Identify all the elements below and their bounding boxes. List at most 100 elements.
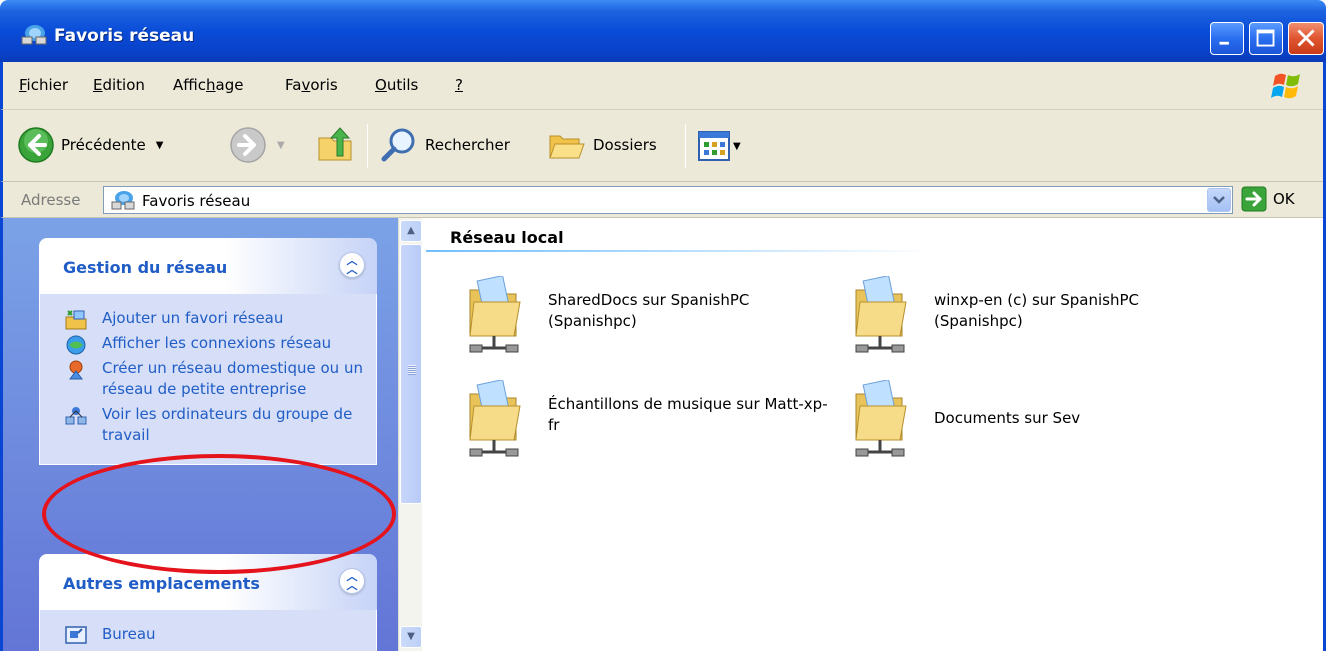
- add-network-place-icon: [65, 310, 87, 330]
- content-area: Réseau local SharedDocs sur SpanishPC (S…: [422, 218, 1323, 651]
- share-item[interactable]: Documents sur Sev: [852, 380, 1232, 466]
- menu-fichier-accel: F: [19, 76, 27, 94]
- menu-favoris-rest: oris: [310, 76, 338, 94]
- network-share-folder-icon: [855, 380, 907, 457]
- forward-button[interactable]: ▼: [229, 126, 285, 164]
- window-title: Favoris réseau: [54, 26, 195, 46]
- menu-help-label: ?: [455, 76, 463, 94]
- windows-logo-icon: [1271, 73, 1300, 99]
- network-share-folder-icon: [855, 276, 907, 353]
- search-label: Rechercher: [425, 136, 510, 154]
- minimize-button[interactable]: [1210, 22, 1244, 55]
- up-folder-icon: [318, 127, 352, 161]
- back-arrow-icon: [18, 127, 54, 163]
- task-workgroup-computers[interactable]: Voir les ordinateurs du groupe de travai…: [64, 404, 366, 446]
- toolbar-separator: [367, 124, 368, 168]
- place-desktop[interactable]: Bureau: [64, 624, 366, 645]
- other-places-header[interactable]: Autres emplacements ︿ ︿: [39, 554, 377, 610]
- share-item-label: Documents sur Sev: [934, 409, 1081, 427]
- back-button[interactable]: Précédente ▼: [17, 126, 163, 164]
- chevron-up-double-icon: ︿ ︿: [346, 570, 358, 592]
- menu-outils[interactable]: Outils: [375, 76, 418, 94]
- network-connections-icon: [66, 335, 86, 355]
- group-title: Réseau local: [450, 228, 564, 247]
- folders-label: Dossiers: [593, 136, 657, 154]
- title-bar[interactable]: Favoris réseau: [0, 0, 1326, 62]
- share-item-label: winxp-en (c) sur SpanishPC (Spanishpc): [934, 291, 1139, 330]
- search-icon: [381, 128, 415, 162]
- network-places-icon: [111, 191, 135, 210]
- scroll-down-button[interactable]: ▼: [400, 626, 422, 648]
- network-share-folder-icon: [469, 276, 521, 353]
- menu-affichage-pre: Affic: [173, 76, 207, 94]
- share-item-label: SharedDocs sur SpanishPC (Spanishpc): [548, 291, 750, 330]
- views-dropdown-arrow-icon[interactable]: ▼: [733, 141, 741, 152]
- collapse-button[interactable]: ︿ ︿: [339, 568, 365, 594]
- menu-fichier-rest: ichier: [26, 76, 69, 94]
- go-arrow-icon: [1241, 186, 1267, 212]
- scroll-grip: [408, 365, 416, 375]
- other-places-panel: Autres emplacements ︿ ︿ Bureau: [39, 554, 377, 651]
- address-field[interactable]: Favoris réseau: [103, 186, 1233, 214]
- views-icon: [698, 131, 730, 161]
- scroll-up-button[interactable]: ▲: [400, 220, 422, 242]
- address-bar: Adresse Favoris réseau OK: [0, 182, 1326, 218]
- other-places-body: Bureau: [39, 610, 377, 651]
- network-tasks-body: Ajouter un favori réseau Afficher les co…: [39, 294, 377, 465]
- menu-outils-accel: O: [375, 76, 387, 94]
- task-workgroup-computers-label: Voir les ordinateurs du groupe de travai…: [102, 405, 353, 444]
- go-button[interactable]: OK: [1241, 186, 1295, 212]
- forward-dropdown-arrow-icon[interactable]: ▼: [277, 140, 285, 151]
- scroll-thumb[interactable]: [400, 244, 422, 504]
- share-item-label: Échantillons de musique sur Matt-xp-fr: [548, 395, 828, 434]
- chevron-up-icon: ▲: [407, 225, 415, 236]
- folders-icon: [549, 135, 585, 159]
- home-network-icon: [69, 360, 83, 380]
- menu-fichier[interactable]: Fichier: [19, 76, 68, 94]
- chevron-down-icon: [1213, 196, 1225, 204]
- address-dropdown-button[interactable]: [1207, 188, 1231, 212]
- workgroup-computers-icon: [65, 407, 87, 425]
- share-item[interactable]: SharedDocs sur SpanishPC (Spanishpc): [466, 276, 846, 362]
- menu-affichage[interactable]: Affichage: [173, 76, 243, 94]
- other-places-title: Autres emplacements: [63, 574, 260, 593]
- toolbar: Précédente ▼ ▼ Rechercher Dossiers ▼: [0, 110, 1326, 182]
- forward-arrow-icon: [230, 127, 266, 163]
- menu-favoris[interactable]: Favoris: [285, 76, 338, 94]
- close-button[interactable]: [1288, 22, 1324, 55]
- chevron-up-double-icon: ︿ ︿: [346, 254, 358, 276]
- group-divider: [426, 250, 936, 252]
- search-button[interactable]: Rechercher: [379, 126, 510, 164]
- toolbar-separator: [685, 124, 686, 168]
- up-folder-button[interactable]: [315, 124, 357, 166]
- menu-affichage-rest: age: [215, 76, 244, 94]
- network-tasks-panel: Gestion du réseau ︿ ︿ Ajouter un favori r…: [39, 238, 377, 465]
- menu-bar: Fichier Edition Affichage Favoris Outils…: [0, 62, 1326, 110]
- network-places-icon: [21, 25, 47, 45]
- share-item[interactable]: Échantillons de musique sur Matt-xp-fr: [466, 380, 846, 466]
- task-pane-scrollbar[interactable]: ▲ ▼: [398, 218, 422, 651]
- go-label: OK: [1273, 190, 1295, 208]
- menu-edition-rest: dition: [102, 76, 145, 94]
- menu-favoris-accel: v: [301, 76, 311, 94]
- share-item[interactable]: winxp-en (c) sur SpanishPC (Spanishpc): [852, 276, 1232, 362]
- views-button[interactable]: ▼: [697, 130, 741, 162]
- folders-button[interactable]: Dossiers: [547, 126, 657, 164]
- menu-edition[interactable]: Edition: [93, 76, 145, 94]
- collapse-button[interactable]: ︿ ︿: [339, 252, 365, 278]
- maximize-button[interactable]: [1249, 22, 1283, 55]
- back-dropdown-arrow-icon[interactable]: ▼: [156, 140, 164, 151]
- task-network-connections-label: Afficher les connexions réseau: [102, 334, 332, 352]
- menu-affichage-accel: h: [206, 76, 216, 94]
- menu-favoris-pre: Fa: [285, 76, 302, 94]
- task-add-network-place[interactable]: Ajouter un favori réseau: [64, 308, 366, 330]
- menu-help[interactable]: ?: [455, 76, 463, 94]
- maximize-icon: [1256, 29, 1275, 47]
- task-network-connections[interactable]: Afficher les connexions réseau: [64, 333, 366, 355]
- desktop-icon: [65, 626, 87, 644]
- chevron-down-icon: ▼: [407, 631, 415, 642]
- minimize-icon: [1219, 41, 1229, 45]
- address-label: Adresse: [21, 191, 81, 209]
- network-tasks-header[interactable]: Gestion du réseau ︿ ︿: [39, 238, 377, 294]
- task-home-network[interactable]: Créer un réseau domestique ou un réseau …: [64, 358, 366, 400]
